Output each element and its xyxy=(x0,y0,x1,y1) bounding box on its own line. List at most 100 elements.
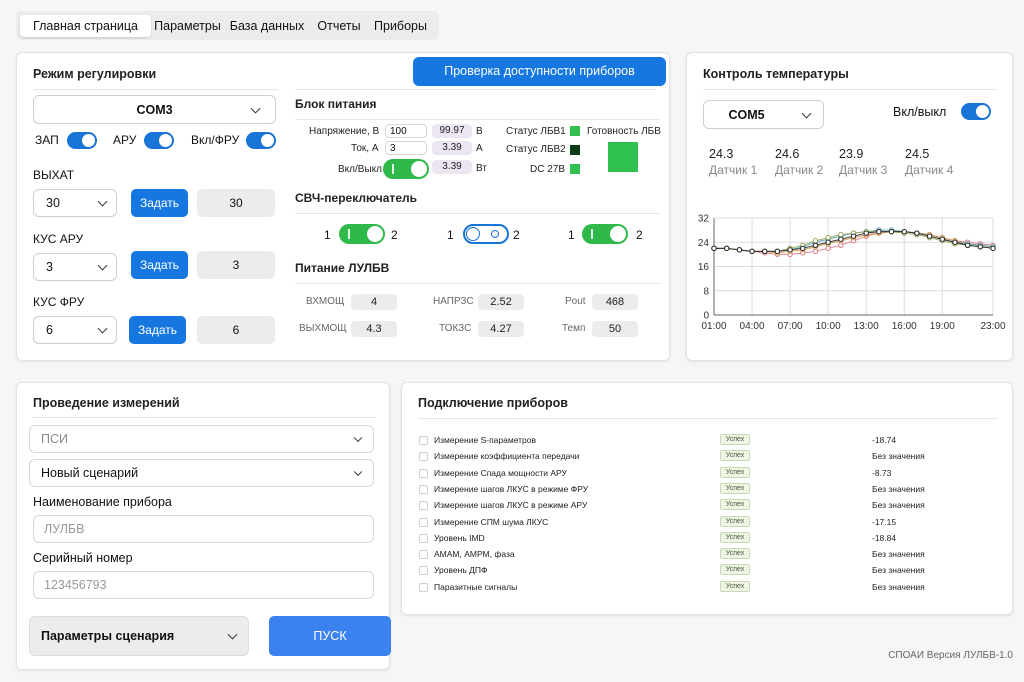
data-point xyxy=(901,228,907,235)
row-value: Без значения xyxy=(872,549,925,560)
measure-type-value: ПСИ xyxy=(41,432,68,446)
row-checkbox[interactable] xyxy=(419,484,428,494)
com-port-value: COM3 xyxy=(136,102,173,117)
row-checkbox[interactable] xyxy=(419,517,428,527)
switch3-toggle[interactable] xyxy=(582,224,628,244)
voltage-unit: В xyxy=(476,126,483,137)
start-button[interactable]: ПУСК xyxy=(269,616,391,656)
data-point xyxy=(964,242,971,248)
kus-aru-value: 3 xyxy=(197,251,275,279)
naprzs-value: 2.52 xyxy=(478,294,524,310)
temp-port-select[interactable]: COM5 xyxy=(703,100,824,129)
check-devices-button[interactable]: Проверка доступности приборов xyxy=(413,57,666,86)
row-status-badge: Успех xyxy=(720,564,750,576)
devices-title: Подключение приборов xyxy=(418,396,568,410)
chevron-down-icon xyxy=(97,196,108,207)
x-tick-label: 10:00 xyxy=(816,321,841,332)
serial-input[interactable]: 123456793 xyxy=(33,571,374,599)
current-input[interactable]: 3 xyxy=(385,141,427,155)
row-checkbox[interactable] xyxy=(419,533,428,543)
chevron-down-icon xyxy=(97,323,108,334)
sensor1-value: 24.3 xyxy=(709,147,734,161)
row-checkbox[interactable] xyxy=(419,566,428,576)
switch3-left: 1 xyxy=(568,228,575,242)
vykhat-set-button[interactable]: Задать xyxy=(131,189,188,217)
temperature-card: Контроль температуры COM5 Вкл/выкл 24.3 … xyxy=(686,52,1013,361)
kus-aru-set-button[interactable]: Задать xyxy=(131,251,188,279)
tab-params[interactable]: Параметры xyxy=(150,15,225,37)
sensor2-name: Датчик 2 xyxy=(775,163,824,177)
tab-database[interactable]: База данных xyxy=(224,15,310,37)
data-point xyxy=(914,230,920,236)
y-tick-label: 16 xyxy=(698,262,710,273)
table-row: Измерение СПМ шума ЛКУС Успех -17.15 xyxy=(402,515,1012,531)
tokzs-value: 4.27 xyxy=(478,321,524,337)
switch1-left: 1 xyxy=(324,228,331,242)
scenario-select[interactable]: Новый сценарий xyxy=(29,459,374,487)
temperature-title: Контроль температуры xyxy=(703,67,849,81)
switch2-right: 2 xyxy=(513,228,520,242)
kus-fru-select[interactable]: 6 xyxy=(33,316,117,344)
row-name: Уровень IMD xyxy=(434,532,485,543)
x-tick-label: 19:00 xyxy=(930,321,955,332)
row-checkbox[interactable] xyxy=(419,550,428,560)
power-unit: Вт xyxy=(476,163,487,174)
row-status-badge: Успех xyxy=(720,548,750,560)
switch1-toggle[interactable] xyxy=(339,224,385,244)
tab-devices[interactable]: Приборы xyxy=(368,15,433,37)
row-value: -8.73 xyxy=(872,467,892,478)
row-status-badge: Успех xyxy=(720,580,750,592)
vkhmosch-value: 4 xyxy=(351,294,397,310)
data-point xyxy=(888,228,895,235)
temp-toggle[interactable] xyxy=(961,103,991,120)
row-name: Измерение СПМ шума ЛКУС xyxy=(434,516,549,527)
row-checkbox[interactable] xyxy=(419,436,428,445)
lulbv-title: Питание ЛУЛБВ xyxy=(295,261,390,275)
device-name-input[interactable]: ЛУЛБВ xyxy=(33,515,374,543)
power-onoff-toggle[interactable] xyxy=(383,159,429,179)
kus-fru-set-button[interactable]: Задать xyxy=(129,316,186,344)
data-point xyxy=(990,245,996,252)
measure-type-select[interactable]: ПСИ xyxy=(29,425,374,453)
kus-aru-select[interactable]: 3 xyxy=(33,253,117,281)
table-row: Уровень IMD Успех -18.84 xyxy=(402,531,1012,547)
aru-toggle[interactable] xyxy=(144,132,174,149)
row-checkbox[interactable] xyxy=(419,452,428,462)
divider xyxy=(295,119,660,120)
tab-home[interactable]: Главная страница xyxy=(20,15,151,37)
measure-card: Проведение измерений ПСИ Новый сценарий … xyxy=(16,382,391,670)
tab-reports[interactable]: Отчеты xyxy=(311,15,367,37)
fru-toggle[interactable] xyxy=(246,132,276,149)
row-status-badge: Успех xyxy=(720,499,750,511)
data-point xyxy=(850,233,857,239)
switch2-toggle[interactable] xyxy=(463,224,509,244)
row-status-badge: Успех xyxy=(720,434,750,445)
com-port-select[interactable]: COM3 xyxy=(33,95,276,124)
divider xyxy=(295,213,660,214)
row-name: Измерение S-параметров xyxy=(434,435,536,445)
ready-label: Готовность ЛБВ xyxy=(587,126,661,137)
dc-label: DC 27В xyxy=(530,164,566,175)
zap-toggle[interactable] xyxy=(67,132,97,149)
scenario-value: Новый сценарий xyxy=(41,466,139,480)
sensor2-value: 24.6 xyxy=(775,147,800,161)
table-row: АМАМ, АМРМ, фаза Успех Без значения xyxy=(402,548,1012,563)
status2-indicator xyxy=(570,145,580,155)
scenario-params-button[interactable]: Параметры сценария xyxy=(29,616,249,656)
temperature-chart: 0 8 16 24 32 01:00 04:00 07:00 10:00 13:00 16:00 19… xyxy=(698,214,1006,333)
status2-label: Статус ЛБВ2 xyxy=(506,144,566,155)
row-name: АМАМ, АМРМ, фаза xyxy=(434,549,515,560)
row-checkbox[interactable] xyxy=(419,582,428,592)
x-tick-label: 04:00 xyxy=(740,321,765,332)
divider xyxy=(703,89,997,90)
voltage-input[interactable]: 100 xyxy=(385,124,427,138)
row-checkbox[interactable] xyxy=(419,501,428,511)
power-title: Блок питания xyxy=(295,97,377,111)
current-unit: А xyxy=(476,143,483,154)
row-checkbox[interactable] xyxy=(419,468,428,478)
x-tick-label: 01:00 xyxy=(701,321,726,332)
temp-value: 50 xyxy=(592,321,638,337)
chevron-down-icon xyxy=(227,629,238,640)
vykhat-select[interactable]: 30 xyxy=(33,189,117,217)
switch1-right: 2 xyxy=(391,228,398,242)
